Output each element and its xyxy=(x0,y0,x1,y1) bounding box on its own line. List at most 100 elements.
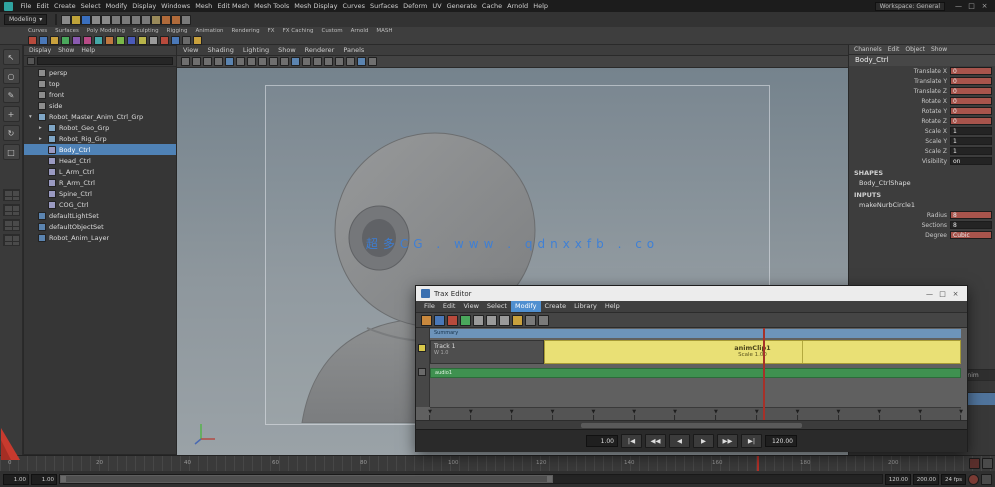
viewport-toolbar-icon-2[interactable] xyxy=(192,57,201,66)
viewport-toolbar-icon-10[interactable] xyxy=(280,57,289,66)
channel-value-field[interactable]: 0 xyxy=(950,77,992,85)
auto-key-button[interactable] xyxy=(968,474,979,485)
mute-button[interactable] xyxy=(969,458,980,469)
shelf-tab-poly-modeling[interactable]: Poly Modeling xyxy=(87,28,125,34)
select-tool[interactable]: ↖ xyxy=(3,49,20,65)
outliner-search-input[interactable] xyxy=(37,57,173,65)
menu-generate[interactable]: Generate xyxy=(444,2,479,10)
outliner-item-r-arm-ctrl[interactable]: R_Arm_Ctrl xyxy=(24,177,176,188)
channel-value-field[interactable]: Cubic xyxy=(950,231,992,239)
viewport-toolbar-icon-9[interactable] xyxy=(269,57,278,66)
menu-mesh[interactable]: Mesh xyxy=(193,2,215,10)
channel-value-field[interactable]: 0 xyxy=(950,97,992,105)
shelf-tab-mash[interactable]: MASH xyxy=(376,28,392,34)
viewport-toolbar-icon-17[interactable] xyxy=(357,57,366,66)
viewport-menu-renderer[interactable]: Renderer xyxy=(305,46,335,54)
rotate-tool[interactable]: ↻ xyxy=(3,125,20,141)
channel-box-menu-show[interactable]: Show xyxy=(931,46,947,53)
go-to-end-button[interactable]: ▶| xyxy=(741,434,762,448)
range-slider-handle-bar[interactable] xyxy=(60,475,553,483)
viewport-toolbar-icon-14[interactable] xyxy=(324,57,333,66)
undo-icon[interactable] xyxy=(91,15,101,25)
poly-cone-icon[interactable] xyxy=(105,36,114,45)
nurbs-circle-icon[interactable] xyxy=(28,36,37,45)
maximize-button[interactable]: □ xyxy=(965,2,978,10)
menu-mesh-display[interactable]: Mesh Display xyxy=(292,2,340,10)
snap-plane-icon[interactable] xyxy=(141,15,151,25)
outliner-menu-display[interactable]: Display xyxy=(29,47,51,54)
trax-titlebar[interactable]: Trax Editor —□× xyxy=(416,286,967,301)
nurbs-square-icon[interactable] xyxy=(39,36,48,45)
shelf-tab-animation[interactable]: Animation xyxy=(196,28,224,34)
expand-arrow-icon[interactable]: ▸ xyxy=(39,136,45,142)
create-clip-icon[interactable] xyxy=(421,315,432,326)
menu-uv[interactable]: UV xyxy=(430,2,444,10)
menu-curves[interactable]: Curves xyxy=(340,2,368,10)
viewport-toolbar-icon-7[interactable] xyxy=(247,57,256,66)
anim-clip[interactable]: animClip1 Scale 1.00 xyxy=(544,340,961,364)
menu-display[interactable]: Display xyxy=(130,2,159,10)
trax-close-button[interactable]: × xyxy=(949,290,962,298)
time-slider-playhead[interactable] xyxy=(757,456,759,472)
menu-deform[interactable]: Deform xyxy=(401,2,430,10)
snap-curve-icon[interactable] xyxy=(121,15,131,25)
channel-value-field[interactable]: 8 xyxy=(950,221,992,229)
outliner-item-cog-ctrl[interactable]: COG_Ctrl xyxy=(24,199,176,210)
poly-gear-icon[interactable] xyxy=(127,36,136,45)
step-back-frame-button[interactable]: ◀ xyxy=(669,434,690,448)
range-slider-bar[interactable] xyxy=(59,474,883,484)
channel-box-menu-channels[interactable]: Channels xyxy=(854,46,882,53)
menu-modify[interactable]: Modify xyxy=(103,2,130,10)
trax-maximize-button[interactable]: □ xyxy=(936,290,949,298)
channel-value-field[interactable]: 0 xyxy=(950,87,992,95)
outliner-item-head-ctrl[interactable]: Head_Ctrl xyxy=(24,155,176,166)
trax-minimize-button[interactable]: — xyxy=(923,290,936,298)
viewport-toolbar-icon-8[interactable] xyxy=(258,57,267,66)
menu-windows[interactable]: Windows xyxy=(159,2,193,10)
time-slider[interactable]: 020406080100120140160180200 xyxy=(0,455,995,471)
snap-grid-icon[interactable] xyxy=(111,15,121,25)
create-blend-icon[interactable] xyxy=(434,315,445,326)
shelf-tab-curves[interactable]: Curves xyxy=(28,28,47,34)
channel-value-field[interactable]: 0 xyxy=(950,117,992,125)
audio-state-icon[interactable] xyxy=(418,368,426,376)
menu-cache[interactable]: Cache xyxy=(479,2,504,10)
outliner-item-robot-rig-grp[interactable]: ▸Robot_Rig_Grp xyxy=(24,133,176,144)
outliner-menu-show[interactable]: Show xyxy=(58,47,74,54)
text-tool-icon[interactable] xyxy=(182,36,191,45)
channel-value-field[interactable]: 1 xyxy=(950,127,992,135)
menu-mesh-tools[interactable]: Mesh Tools xyxy=(252,2,292,10)
snap-point-icon[interactable] xyxy=(131,15,141,25)
animation-start-field[interactable]: 1.00 xyxy=(3,474,29,485)
viewport-toolbar-icon-5[interactable] xyxy=(225,57,234,66)
frame-all-icon[interactable] xyxy=(486,315,497,326)
outliner-menu-help[interactable]: Help xyxy=(81,47,95,54)
viewport-menu-lighting[interactable]: Lighting xyxy=(243,46,269,54)
viewport-toolbar-icon-1[interactable] xyxy=(181,57,190,66)
viewport-menu-panels[interactable]: Panels xyxy=(343,46,364,54)
poly-disc-icon[interactable] xyxy=(116,36,125,45)
trax-menu-modify[interactable]: Modify xyxy=(511,301,541,312)
poly-torus-icon[interactable] xyxy=(94,36,103,45)
outliner-item-top[interactable]: top xyxy=(24,78,176,89)
trax-menu-edit[interactable]: Edit xyxy=(439,301,460,312)
trax-menu-file[interactable]: File xyxy=(420,301,439,312)
close-button[interactable]: × xyxy=(978,2,991,10)
trax-menu-create[interactable]: Create xyxy=(541,301,571,312)
outliner-item-body-ctrl[interactable]: Body_Ctrl xyxy=(24,144,176,155)
enable-clip-icon[interactable] xyxy=(460,315,471,326)
playback-end-field[interactable]: 120.00 xyxy=(885,474,911,485)
expand-arrow-icon[interactable]: ▸ xyxy=(39,125,45,131)
channel-value-field[interactable]: 0 xyxy=(950,67,992,75)
new-scene-icon[interactable] xyxy=(61,15,71,25)
trax-menu-view[interactable]: View xyxy=(459,301,482,312)
viewport-toolbar-icon-15[interactable] xyxy=(335,57,344,66)
channel-value-field[interactable]: 8 xyxy=(950,211,992,219)
clip-library-icon[interactable] xyxy=(512,315,523,326)
outliner-item-front[interactable]: front xyxy=(24,89,176,100)
channel-value-field[interactable]: 1 xyxy=(950,147,992,155)
poly-cylinder-icon[interactable] xyxy=(72,36,81,45)
track-header[interactable]: Track 1 W 1.0 xyxy=(430,340,544,364)
shelf-tab-fx-caching[interactable]: FX Caching xyxy=(283,28,314,34)
shelf-tab-fx[interactable]: FX xyxy=(268,28,275,34)
